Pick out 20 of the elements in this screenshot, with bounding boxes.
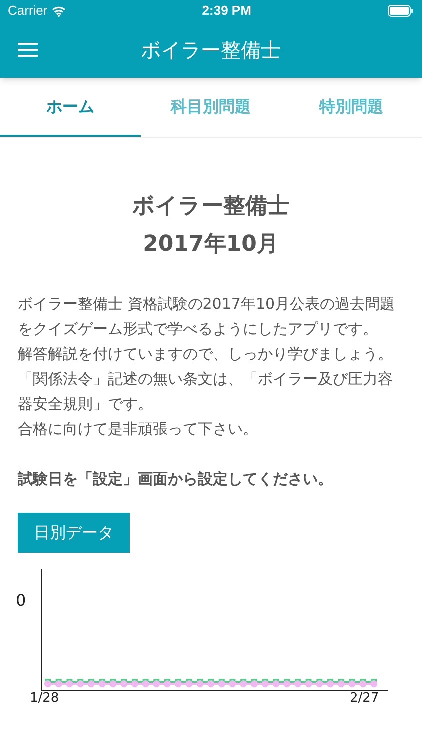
app-title: ボイラー整備士 xyxy=(140,37,282,64)
description-text: 解答解説を付けていますので、しっかり学びましょう。 xyxy=(18,344,394,365)
description-text: ボイラー整備士 資格試験の2017年10月公表の過去問題をクイズゲーム形式で学べるようにしたアプリです。 xyxy=(18,294,396,340)
menu-icon xyxy=(18,43,38,57)
notice-text: 試験日を「設定」画面から設定してください。 xyxy=(18,469,334,490)
description-text: 「関係法令」記述の無い条文は、「ボイラー及び圧力容器安全規則」です。 xyxy=(18,369,394,415)
wifi-icon xyxy=(52,6,66,16)
tab[interactable]: 特別問題 xyxy=(281,78,422,137)
battery-icon xyxy=(388,5,414,17)
carrier-label: Carrier xyxy=(8,2,48,20)
y-axis-label: 0 xyxy=(16,592,26,608)
x-axis-label: 2/27 xyxy=(350,692,380,704)
x-axis-label: 1/28 xyxy=(30,692,60,704)
tab[interactable]: 科目別問題 xyxy=(140,78,282,137)
status-time: 2:39 PM xyxy=(202,2,252,20)
description-text: 合格に向けて是非頑張って下さい。 xyxy=(18,419,259,440)
home-title: ボイラー整備士 xyxy=(132,193,290,221)
home-subtitle: 2017年10月 xyxy=(143,231,279,259)
daily-data-button[interactable]: 日別データ xyxy=(18,512,130,552)
tab[interactable]: ホーム xyxy=(0,78,141,137)
